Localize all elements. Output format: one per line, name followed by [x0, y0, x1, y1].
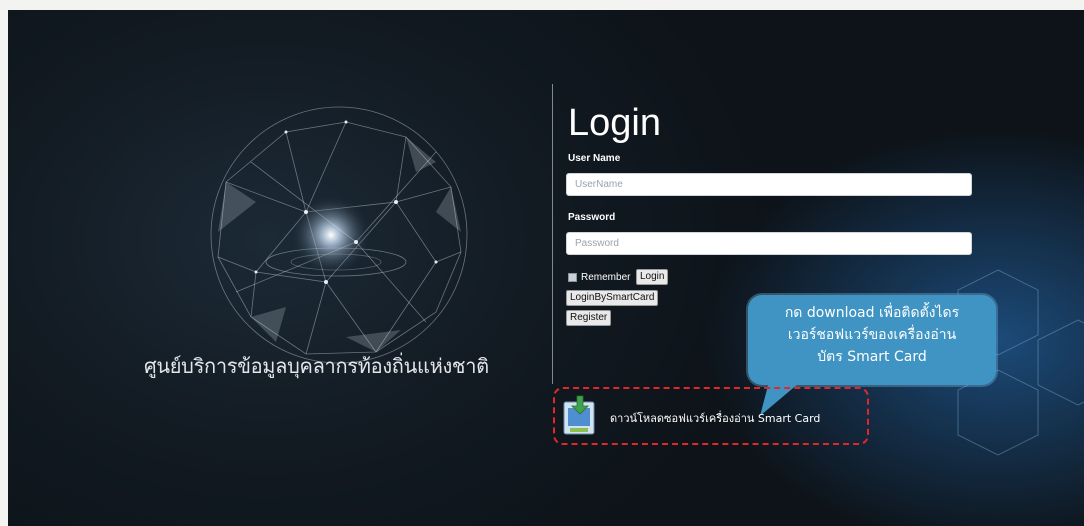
- site-caption: ศูนย์บริการข้อมูลบุคลากรท้องถิ่นแห่งชาติ: [144, 354, 489, 378]
- login-title: Login: [568, 102, 661, 144]
- login-button[interactable]: Login: [636, 269, 669, 285]
- download-installer-icon[interactable]: [560, 394, 600, 438]
- username-input[interactable]: [566, 173, 972, 196]
- callout-line-2: เวอร์ชอฟแวร์ของเครื่องอ่าน: [787, 327, 957, 343]
- remember-row: Remember: [568, 272, 630, 283]
- callout-text: กด download เพื่อติดตั้งไดร เวอร์ชอฟแวร์…: [748, 302, 996, 368]
- callout-line-1: กด download เพื่อติดตั้งไดร: [784, 305, 960, 321]
- download-smartcard-software-link[interactable]: ดาวน์โหลดซอฟแวร์เครื่องอ่าน Smart Card: [610, 409, 820, 427]
- register-button[interactable]: Register: [566, 310, 612, 326]
- password-input[interactable]: [566, 232, 972, 255]
- login-by-smartcard-button[interactable]: LoginBySmartCard: [566, 290, 659, 306]
- password-label: Password: [568, 212, 616, 223]
- login-page: ศูนย์บริการข้อมูลบุคลากรท้องถิ่นแห่งชาติ…: [8, 10, 1084, 526]
- callout-line-3: บัตร Smart Card: [817, 349, 927, 365]
- username-label: User Name: [568, 153, 621, 164]
- vertical-divider: [552, 84, 553, 384]
- remember-label: Remember: [581, 272, 631, 283]
- remember-checkbox[interactable]: [568, 273, 577, 282]
- network-globe-graphic: [210, 106, 468, 364]
